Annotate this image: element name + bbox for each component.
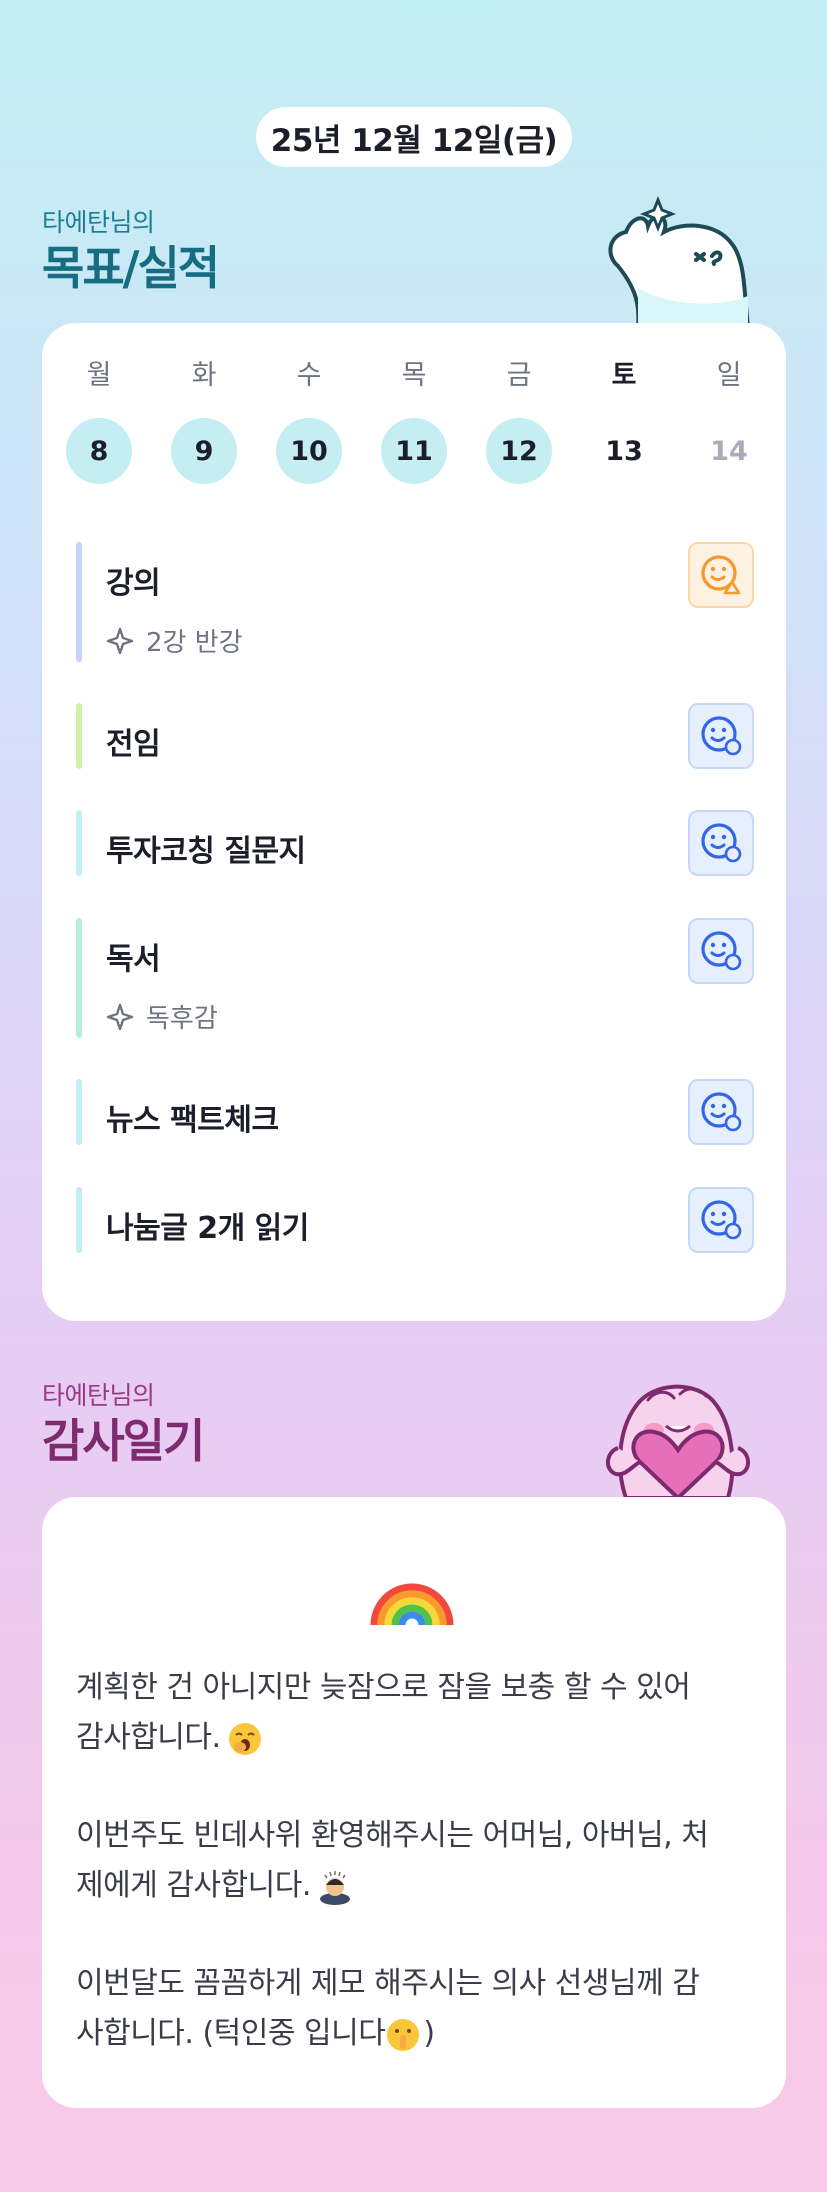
task-name: 전임 xyxy=(106,727,161,762)
smile-check-icon xyxy=(701,931,742,971)
thanks-entry-line-suffix: ) xyxy=(423,2016,435,2051)
thanks-entry-line: 이번주도 빈데사위 환영해주시는 어머님, 아버님, 처 xyxy=(76,1818,709,1853)
task-name: 나눔글 2개 읽기 xyxy=(106,1211,309,1246)
smile-check-icon xyxy=(701,1200,742,1240)
rainbow-icon xyxy=(370,1583,454,1626)
weekday-fri: 금 xyxy=(506,360,532,391)
goals-title: 목표/실적 xyxy=(42,241,220,295)
task-color-bar xyxy=(76,1079,82,1145)
date-10[interactable]: 10 xyxy=(276,418,342,484)
task-color-bar xyxy=(76,703,82,769)
task-item[interactable]: 독서 독후감 xyxy=(76,918,754,1038)
task-memo: 2강 반강 xyxy=(106,622,243,659)
smile-warning-icon xyxy=(701,555,741,595)
date-8[interactable]: 8 xyxy=(66,418,132,484)
weekday-wed: 수 xyxy=(296,360,322,391)
task-item[interactable]: 강의 2강 반강 xyxy=(76,542,754,662)
thanks-entry: 이번주도 빈데사위 환영해주시는 어머님, 아버님, 처 제에게 감사합니다. xyxy=(76,1811,750,1911)
task-memo: 독후감 xyxy=(106,998,218,1035)
week-calendar: 월 화 수 목 금 토 일 8 9 10 11 12 13 14 xyxy=(66,353,762,484)
thanks-entry: 이번달도 꼼꼼하게 제모 해주시는 의사 선생님께 감 사합니다. (턱인중 입… xyxy=(76,1959,750,2059)
status-done-button[interactable] xyxy=(688,1187,754,1253)
weekday-tue: 화 xyxy=(191,360,217,391)
task-memo-text: 2강 반강 xyxy=(146,628,243,658)
weekday-sat: 토 xyxy=(611,360,637,391)
task-color-bar xyxy=(76,810,82,876)
date-selector[interactable]: 25년 12월 12일(금) xyxy=(256,107,572,167)
task-name: 뉴스 팩트체크 xyxy=(106,1103,279,1138)
status-partial-button[interactable] xyxy=(688,542,754,608)
weekday-mon: 월 xyxy=(86,360,112,391)
task-color-bar xyxy=(76,542,82,662)
thanks-card: 계획한 건 아니지만 늦잠으로 잠을 보충 할 수 있어 감사합니다. 이번주도… xyxy=(42,1497,786,2108)
shushing-face-icon xyxy=(387,2018,420,2051)
smile-check-icon xyxy=(701,716,742,756)
date-label: 25년 12월 12일(금) xyxy=(270,122,558,159)
thanks-entry: 계획한 건 아니지만 늦잠으로 잠을 보충 할 수 있어 감사합니다. xyxy=(76,1663,750,1763)
thanks-entry-line: 제에게 감사합니다. xyxy=(76,1868,311,1903)
task-color-bar xyxy=(76,1187,82,1253)
task-item[interactable]: 뉴스 팩트체크 xyxy=(76,1079,754,1145)
date-row: 8 9 10 11 12 13 14 xyxy=(66,418,762,484)
thanks-entry-line: 감사합니다. xyxy=(76,1720,221,1755)
thanks-entry-line: 사합니다. (턱인중 입니다 xyxy=(76,2016,386,2051)
task-color-bar xyxy=(76,918,82,1038)
date-9[interactable]: 9 xyxy=(171,418,237,484)
weekday-row: 월 화 수 목 금 토 일 xyxy=(66,353,762,392)
thanks-entry-line: 계획한 건 아니지만 늦잠으로 잠을 보충 할 수 있어 xyxy=(76,1670,691,1705)
task-item[interactable]: 전임 xyxy=(76,703,754,769)
task-memo-text: 독후감 xyxy=(146,1004,218,1034)
person-bowing-icon xyxy=(319,1870,350,1905)
task-name: 독서 xyxy=(106,942,161,977)
smile-check-icon xyxy=(701,1092,742,1132)
sparkle-icon xyxy=(106,627,134,654)
task-item[interactable]: 투자코칭 질문지 xyxy=(76,810,754,876)
status-done-button[interactable] xyxy=(688,810,754,876)
weekday-thu: 목 xyxy=(401,360,427,391)
task-name: 투자코칭 질문지 xyxy=(106,834,306,869)
sparkle-icon xyxy=(106,1003,134,1030)
task-item[interactable]: 나눔글 2개 읽기 xyxy=(76,1187,754,1253)
date-11[interactable]: 11 xyxy=(381,418,447,484)
task-name: 강의 xyxy=(106,566,161,601)
waving-ghost-mascot-icon xyxy=(608,196,751,326)
goals-card: 월 화 수 목 금 토 일 8 9 10 11 12 13 14 강의 2강 반… xyxy=(42,323,786,1321)
date-13[interactable]: 13 xyxy=(591,418,657,484)
heart-hugging-mascot-icon xyxy=(606,1384,750,1498)
status-done-button[interactable] xyxy=(688,703,754,769)
smile-check-icon xyxy=(701,823,742,863)
thanks-entry-line: 이번달도 꼼꼼하게 제모 해주시는 의사 선생님께 감 xyxy=(76,1966,700,2001)
date-14[interactable]: 14 xyxy=(696,418,762,484)
status-done-button[interactable] xyxy=(688,918,754,984)
weekday-sun: 일 xyxy=(716,360,742,391)
status-done-button[interactable] xyxy=(688,1079,754,1145)
date-12[interactable]: 12 xyxy=(486,418,552,484)
thanks-title: 감사일기 xyxy=(42,1414,205,1468)
yawning-face-icon xyxy=(228,1722,261,1755)
